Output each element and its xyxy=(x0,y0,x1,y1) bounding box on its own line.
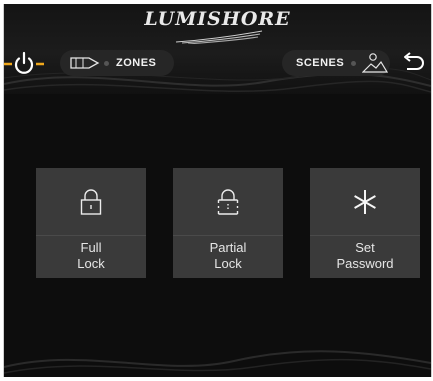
power-button[interactable] xyxy=(3,50,52,76)
back-button[interactable] xyxy=(398,51,428,75)
zones-button[interactable]: ZONES xyxy=(60,50,174,76)
asterisk-icon xyxy=(354,189,376,214)
full-lock-tile[interactable]: Full Lock xyxy=(36,168,146,278)
back-arrow-icon xyxy=(404,52,424,70)
lock-options: Full Lock Partial Lock Set Password xyxy=(36,168,420,278)
label-line: Full xyxy=(80,240,102,255)
full-lock-label: Full Lock xyxy=(36,240,146,272)
scenes-label: SCENES xyxy=(296,57,345,69)
header-bar: LUMISHORE ZONES SCENES xyxy=(4,4,431,94)
app-screen: LUMISHORE ZONES SCENES Full Lock Partial… xyxy=(3,4,432,377)
separator-dot xyxy=(351,60,357,66)
tile-divider xyxy=(310,235,420,236)
label-line: Password xyxy=(336,256,394,271)
brand-swoosh-icon xyxy=(175,30,263,44)
lock-icon xyxy=(80,188,102,215)
label-line: Lock xyxy=(77,256,105,271)
footer-wave-background xyxy=(4,350,431,374)
separator-dot xyxy=(104,60,109,66)
brand-logo: LUMISHORE xyxy=(4,8,431,30)
scenes-button[interactable]: SCENES xyxy=(282,50,390,76)
label-line: Partial xyxy=(209,240,247,255)
boat-icon xyxy=(70,57,100,69)
partial-lock-icon xyxy=(217,188,239,215)
brand-name: LUMISHORE xyxy=(144,8,291,30)
power-icon xyxy=(14,51,34,74)
zones-label: ZONES xyxy=(116,57,157,69)
set-password-tile[interactable]: Set Password xyxy=(310,168,420,278)
partial-lock-label: Partial Lock xyxy=(173,240,283,272)
tile-divider xyxy=(36,235,146,236)
label-line: Lock xyxy=(214,256,242,271)
scene-landscape-icon xyxy=(362,53,389,73)
set-password-label: Set Password xyxy=(310,240,420,272)
partial-lock-tile[interactable]: Partial Lock xyxy=(173,168,283,278)
label-line: Set xyxy=(355,240,375,255)
tile-divider xyxy=(173,235,283,236)
